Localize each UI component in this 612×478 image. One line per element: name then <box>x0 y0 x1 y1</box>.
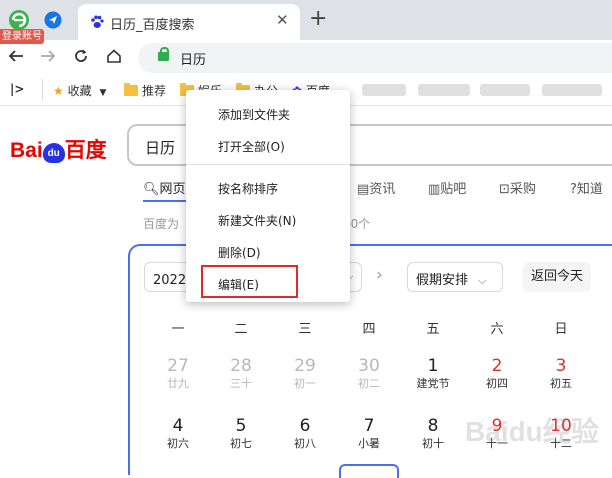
next-month-icon[interactable]: › <box>376 265 383 285</box>
day-number: 6 <box>299 416 311 436</box>
day-number: 30 <box>358 356 380 376</box>
active-tab-underline <box>143 200 189 202</box>
lunar-date: 建党节 <box>416 377 450 390</box>
lunar-date: 初一 <box>294 377 316 390</box>
lunar-date: 初七 <box>230 437 252 450</box>
day-number: 3 <box>555 356 567 376</box>
day-number: 5 <box>235 416 247 436</box>
forward-arrow-icon[interactable] <box>40 48 56 64</box>
browser-toolbar: 日历 <box>0 40 612 74</box>
sidebar-toggle-icon[interactable]: |> <box>10 82 24 96</box>
calendar-day[interactable]: 27 廿九 <box>148 356 208 391</box>
tab-tieba[interactable]: ▥贴吧 <box>428 178 466 197</box>
lunar-date: 初八 <box>294 437 316 450</box>
calendar-day[interactable]: 1 建党节 <box>403 356 463 391</box>
tab-purchase[interactable]: ⊡采购 <box>499 178 536 197</box>
bookmark-context-menu: 添加到文件夹 打开全部(O) 按名称排序 新建文件夹(N) 删除(D) 编辑(E… <box>186 90 350 302</box>
baidu-paw-icon: du <box>42 143 65 163</box>
menu-item-add-to-folder[interactable]: 添加到文件夹 <box>218 106 290 123</box>
weekday-label: 二 <box>234 322 248 337</box>
tab-web[interactable]: 🔍︎网页 <box>143 178 186 197</box>
menu-item-delete[interactable]: 删除(D) <box>218 244 261 261</box>
holiday-select[interactable]: 假期安排 ⌵ <box>407 262 503 292</box>
lunar-date: 廿九 <box>167 377 189 390</box>
calendar-day[interactable]: 3 初五 <box>531 356 591 391</box>
back-arrow-icon[interactable] <box>8 48 24 64</box>
calendar-day[interactable]: 8 初十 <box>403 416 463 451</box>
menu-item-new-folder[interactable]: 新建文件夹(N) <box>218 212 296 229</box>
chevron-down-icon: ⌵ <box>478 274 487 287</box>
blurred-bookmark[interactable] <box>418 84 470 96</box>
lunar-date: 三十 <box>230 377 252 390</box>
day-number: 7 <box>363 416 375 436</box>
weekday-label: 五 <box>426 322 440 337</box>
shopping-icon: ⊡ <box>499 182 510 197</box>
day-number: 1 <box>427 356 439 376</box>
back-to-today-button[interactable]: 返回今天 <box>523 262 591 292</box>
watermark: Baidu经验 <box>465 416 599 447</box>
reload-icon[interactable] <box>73 48 89 64</box>
account-login-badge[interactable]: 登录账号 <box>0 29 44 44</box>
highlight-box <box>201 265 298 298</box>
question-icon: ? <box>570 182 577 197</box>
browser-logo-icon[interactable] <box>8 9 30 31</box>
baidu-paw-icon <box>91 15 104 28</box>
day-number: 27 <box>167 356 189 376</box>
lunar-date: 初四 <box>486 377 508 390</box>
weekday-label: 六 <box>490 322 504 337</box>
search-icon: 🔍︎ <box>143 182 160 197</box>
calendar-day[interactable]: 6 初八 <box>275 416 335 451</box>
search-query-text: 日历 <box>145 139 176 157</box>
bookmark-folder-recommend[interactable]: 推荐 <box>124 82 166 99</box>
divider <box>42 79 43 101</box>
tab-title: 日历_百度搜索 <box>110 18 195 33</box>
tab-zhidao[interactable]: ?知道 <box>570 178 603 197</box>
star-icon: ★ <box>53 84 64 98</box>
today-highlight <box>339 464 399 478</box>
blurred-bookmark[interactable] <box>362 84 406 96</box>
day-number: 29 <box>294 356 316 376</box>
blurred-bookmark[interactable] <box>542 84 602 96</box>
tab-baidu-search[interactable]: 日历_百度搜索 ✕ <box>78 4 300 40</box>
caret-down-icon: ▼ <box>99 88 107 98</box>
calendar-day[interactable]: 29 初一 <box>275 356 335 391</box>
news-icon: ▤ <box>357 182 370 197</box>
folder-icon <box>124 83 138 96</box>
new-tab-button[interactable]: + <box>309 6 327 31</box>
day-number: 8 <box>427 416 439 436</box>
tab-news[interactable]: ▤资讯 <box>357 178 395 197</box>
lunar-date: 小暑 <box>358 437 380 450</box>
day-number: 4 <box>172 416 184 436</box>
calendar-day[interactable]: 30 初二 <box>339 356 399 391</box>
calendar-day[interactable]: 7 小暑 <box>339 416 399 451</box>
weekday-label: 三 <box>298 322 312 337</box>
weekday-label: 四 <box>362 322 376 337</box>
calendar-day[interactable]: 2 初四 <box>467 356 527 391</box>
lunar-date: 初六 <box>167 437 189 450</box>
address-text[interactable]: 日历 <box>180 49 206 68</box>
send-icon[interactable] <box>44 11 62 29</box>
tab-close-icon[interactable]: ✕ <box>276 11 289 29</box>
tab-strip: 日历_百度搜索 ✕ + <box>0 0 612 40</box>
lock-icon <box>158 47 169 61</box>
calendar-day[interactable]: 5 初七 <box>211 416 271 451</box>
menu-item-sort-by-name[interactable]: 按名称排序 <box>218 180 278 197</box>
lunar-date: 初十 <box>422 437 444 450</box>
baidu-logo[interactable]: Bai du 百度 <box>10 134 107 164</box>
bookmark-favorites[interactable]: ★ 收藏 ▼ <box>53 82 106 99</box>
weekday-label: 一 <box>171 322 185 337</box>
day-number: 28 <box>230 356 252 376</box>
menu-separator <box>186 164 350 165</box>
lunar-date: 初二 <box>358 377 380 390</box>
day-number: 2 <box>491 356 503 376</box>
lunar-date: 初五 <box>550 377 572 390</box>
home-icon[interactable] <box>106 48 122 64</box>
tieba-icon: ▥ <box>428 182 441 197</box>
address-bar[interactable]: 日历 <box>138 43 612 73</box>
weekday-label: 日 <box>554 322 568 337</box>
menu-item-open-all[interactable]: 打开全部(O) <box>218 138 285 155</box>
calendar-day[interactable]: 28 三十 <box>211 356 271 391</box>
calendar-day[interactable]: 4 初六 <box>148 416 208 451</box>
blurred-bookmark[interactable] <box>480 84 530 96</box>
